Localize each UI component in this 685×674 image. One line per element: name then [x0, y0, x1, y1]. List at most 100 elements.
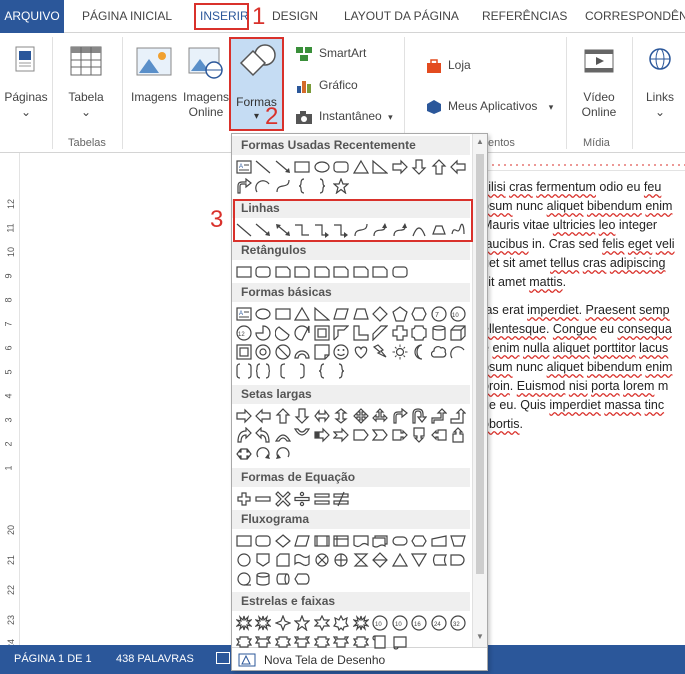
tab-design[interactable]: DESIGN — [272, 0, 318, 33]
shape-starburst-icon[interactable] — [254, 613, 274, 632]
shape-ribbon2-icon[interactable] — [254, 632, 274, 651]
shape-scrollh-icon[interactable] — [390, 632, 410, 651]
shape-circ12-icon[interactable]: 12 — [234, 323, 254, 342]
shape-curveD-icon[interactable] — [293, 425, 313, 444]
shape-fcTerm-icon[interactable] — [390, 531, 410, 550]
shape-oval-icon[interactable] — [312, 157, 332, 176]
shape-bentup-icon[interactable] — [449, 406, 469, 425]
shape-brace-icon[interactable] — [254, 361, 274, 380]
shape-seal10-icon[interactable]: 10 — [390, 613, 410, 632]
shape-curveL-icon[interactable] — [254, 425, 274, 444]
shape-sun-icon[interactable] — [390, 342, 410, 361]
shape-circArrow2-icon[interactable] — [273, 444, 293, 463]
shape-pie-icon[interactable] — [254, 323, 274, 342]
document-body-text[interactable]: cilisi cras fermentum odio eu feu psum nu… — [482, 178, 685, 434]
shape-para-icon[interactable] — [332, 304, 352, 323]
shape-fcPrep-icon[interactable] — [410, 531, 430, 550]
shape-curveU-icon[interactable] — [273, 425, 293, 444]
shape-pentarrow-icon[interactable] — [351, 425, 371, 444]
shape-snip-icon[interactable] — [332, 262, 352, 281]
video-online-button[interactable]: Vídeo Online — [572, 45, 626, 120]
shape-lrup-icon[interactable] — [371, 406, 391, 425]
shape-udarrow-icon[interactable] — [332, 406, 352, 425]
shape-tri-icon[interactable] — [293, 304, 313, 323]
shape-rrect-icon[interactable] — [390, 262, 410, 281]
shape-circ10-icon[interactable]: 10 — [449, 304, 469, 323]
shape-snip-icon[interactable] — [351, 262, 371, 281]
shape-fcSeqAcc-icon[interactable] — [234, 569, 254, 588]
shape-plaque-icon[interactable] — [410, 323, 430, 342]
shape-fcPredef-icon[interactable] — [312, 531, 332, 550]
shape-fcDisplay-icon[interactable] — [293, 569, 313, 588]
page-count-status[interactable]: PÁGINA 1 DE 1 — [14, 645, 92, 674]
shape-cube-icon[interactable] — [449, 323, 469, 342]
shape-striped-icon[interactable] — [312, 425, 332, 444]
shape-eqeq-icon[interactable] — [312, 489, 332, 508]
shape-plus-icon[interactable] — [390, 323, 410, 342]
scroll-down-icon[interactable]: ▼ — [476, 632, 484, 641]
shape-callU-icon[interactable] — [449, 425, 469, 444]
shape-rarrow-icon[interactable] — [390, 157, 410, 176]
shape-fcMagDisk-icon[interactable] — [254, 569, 274, 588]
shape-snip-icon[interactable] — [312, 262, 332, 281]
shape-diamond-icon[interactable] — [371, 304, 391, 323]
shape-callL-icon[interactable] — [429, 425, 449, 444]
shape-lbrace-icon[interactable] — [312, 361, 332, 380]
scrollbar-thumb[interactable] — [476, 154, 484, 574]
shape-fcInternal-icon[interactable] — [332, 531, 352, 550]
smartart-button[interactable]: SmartArt — [295, 43, 366, 63]
scroll-up-icon[interactable]: ▲ — [476, 137, 484, 146]
shape-fcOr-icon[interactable] — [332, 550, 352, 569]
shape-eqdiv-icon[interactable] — [293, 489, 313, 508]
shape-seal24-icon[interactable]: 24 — [429, 613, 449, 632]
instantaneo-button[interactable]: Instantâneo ▾ — [295, 106, 393, 126]
shape-snip-icon[interactable] — [273, 262, 293, 281]
shape-noSym-icon[interactable] — [273, 342, 293, 361]
links-button[interactable]: Links ⌄ — [638, 45, 682, 120]
tab-referencias[interactable]: REFERÊNCIAS — [482, 0, 567, 33]
shape-fcExtract-icon[interactable] — [390, 550, 410, 569]
shape-pent-icon[interactable] — [390, 304, 410, 323]
shape-bent-icon[interactable] — [390, 406, 410, 425]
shape-fcConn-icon[interactable] — [234, 550, 254, 569]
shape-seal10-icon[interactable]: 10 — [371, 613, 391, 632]
shape-fcSumJ-icon[interactable] — [312, 550, 332, 569]
shape-hex-icon[interactable] — [410, 304, 430, 323]
shape-rrect-icon[interactable] — [254, 262, 274, 281]
shape-arcshape-icon[interactable] — [449, 342, 469, 361]
shape-fcSort-icon[interactable] — [371, 550, 391, 569]
shape-chord-icon[interactable] — [273, 323, 293, 342]
shape-arcshape-icon[interactable] — [254, 176, 274, 195]
shape-rbrace-icon[interactable] — [332, 361, 352, 380]
shape-rect-icon[interactable] — [273, 304, 293, 323]
shape-diagstripe-icon[interactable] — [371, 323, 391, 342]
tab-arquivo[interactable]: ARQUIVO — [0, 0, 64, 33]
document-paragraph[interactable]: tas erat imperdiet. Praesent semp ellente… — [482, 301, 685, 434]
meus-aplicativos-button[interactable]: Meus Aplicativos ▾ — [426, 96, 553, 116]
shape-star7-icon[interactable] — [332, 613, 352, 632]
shape-ribbon1-icon[interactable] — [273, 632, 293, 651]
shape-notched-icon[interactable] — [332, 425, 352, 444]
shape-can-icon[interactable] — [429, 323, 449, 342]
shape-seal32-icon[interactable]: 32 — [449, 613, 469, 632]
tab-layout-da-pagina[interactable]: LAYOUT DA PÁGINA — [344, 0, 459, 33]
shape-callR-icon[interactable] — [390, 425, 410, 444]
shape-larrow-icon[interactable] — [254, 406, 274, 425]
shape-line-icon[interactable] — [254, 157, 274, 176]
shape-moon-icon[interactable] — [410, 342, 430, 361]
shape-lbr-icon[interactable] — [273, 361, 293, 380]
shape-rect-icon[interactable] — [293, 157, 313, 176]
shape-tear-icon[interactable] — [293, 323, 313, 342]
shape-snip-icon[interactable] — [371, 262, 391, 281]
shape-uturn-icon[interactable] — [410, 406, 430, 425]
word-count-status[interactable]: 438 PALAVRAS — [116, 645, 194, 674]
shape-block-icon[interactable] — [293, 342, 313, 361]
shape-lup-icon[interactable] — [429, 406, 449, 425]
shape-lshape-icon[interactable] — [351, 323, 371, 342]
shape-callD-icon[interactable] — [410, 425, 430, 444]
shape-circnum-icon[interactable]: 7 — [429, 304, 449, 323]
shape-ribbon2-icon[interactable] — [332, 632, 352, 651]
shape-bevel-icon[interactable] — [234, 342, 254, 361]
proofing-icon[interactable] — [216, 652, 230, 664]
shape-fcDoc-icon[interactable] — [351, 531, 371, 550]
